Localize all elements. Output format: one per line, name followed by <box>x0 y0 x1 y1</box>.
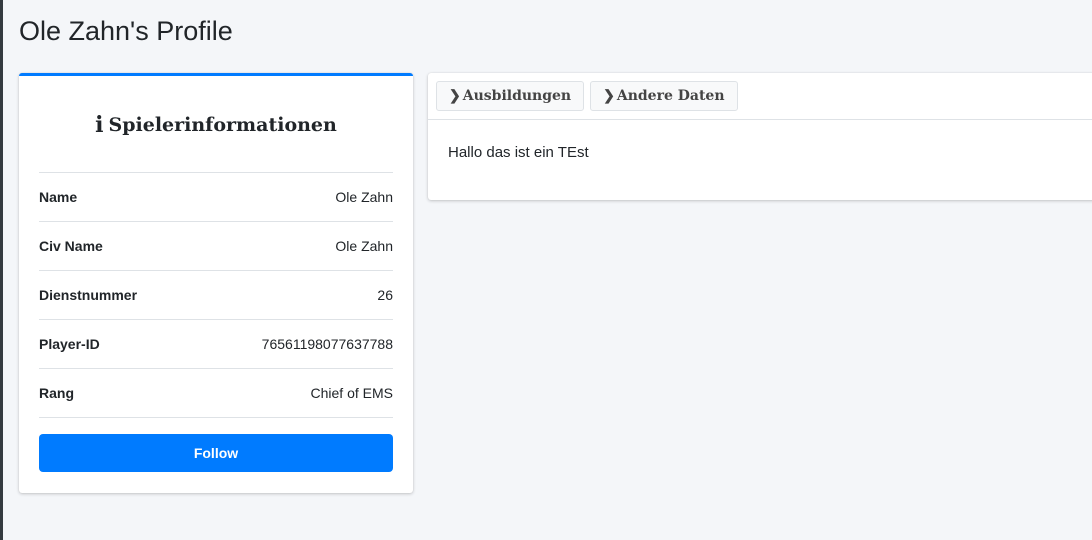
info-value: Chief of EMS <box>310 385 393 401</box>
tabs-card: ❯ Ausbildungen ❯ Andere Daten Hallo das … <box>428 73 1092 200</box>
info-value: Ole Zahn <box>335 189 393 205</box>
tab-ausbildungen[interactable]: ❯ Ausbildungen <box>436 81 585 111</box>
sidebar-edge <box>0 0 3 540</box>
info-row-player-id: Player-ID 76561198077637788 <box>39 320 393 369</box>
profile-card: i Spielerinformationen Name Ole Zahn Civ… <box>19 73 413 493</box>
tab-header: ❯ Ausbildungen ❯ Andere Daten <box>428 73 1092 120</box>
tab-andere-daten[interactable]: ❯ Andere Daten <box>590 81 738 111</box>
tab-label: Ausbildungen <box>462 88 572 104</box>
follow-button[interactable]: Follow <box>39 434 393 472</box>
info-value: Ole Zahn <box>335 238 393 254</box>
info-label: Player-ID <box>39 336 100 352</box>
info-row-civ-name: Civ Name Ole Zahn <box>39 222 393 271</box>
info-row-rang: Rang Chief of EMS <box>39 369 393 418</box>
page-title: Ole Zahn's Profile <box>19 16 233 46</box>
info-value: 76561198077637788 <box>261 336 393 352</box>
tab-label: Andere Daten <box>616 88 725 104</box>
chevron-right-icon: ❯ <box>603 88 615 104</box>
card-heading-label: Spielerinformationen <box>108 114 337 136</box>
info-icon: i <box>95 112 104 138</box>
info-label: Civ Name <box>39 238 103 254</box>
info-label: Dienstnummer <box>39 287 138 303</box>
card-heading: i Spielerinformationen <box>39 76 393 173</box>
info-row-name: Name Ole Zahn <box>39 173 393 222</box>
info-row-dienstnummer: Dienstnummer 26 <box>39 271 393 320</box>
info-label: Name <box>39 189 78 205</box>
chevron-right-icon: ❯ <box>449 88 461 104</box>
info-label: Rang <box>39 385 74 401</box>
info-value: 26 <box>377 287 393 303</box>
tab-content: Hallo das ist ein TEst <box>448 144 589 161</box>
